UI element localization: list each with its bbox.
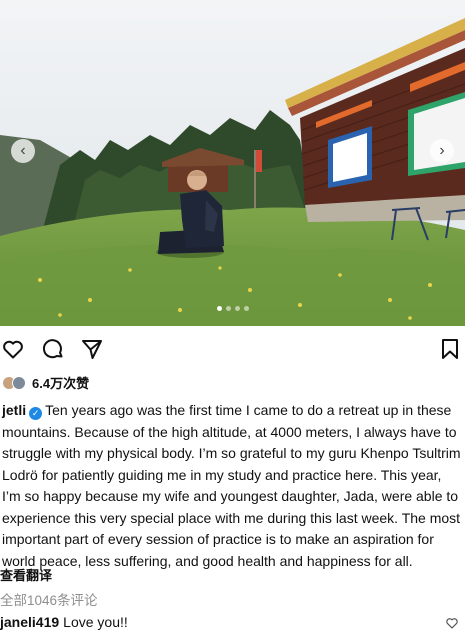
- comment-username[interactable]: janeli419: [0, 614, 59, 630]
- post-action-bar: [0, 336, 465, 364]
- see-translation-link[interactable]: 查看翻译: [0, 565, 52, 584]
- comment-row: janeli419 Love you!!: [0, 614, 128, 630]
- verified-badge-icon: ✓: [29, 407, 43, 420]
- carousel-next-button[interactable]: ›: [430, 139, 454, 163]
- comment-button[interactable]: [40, 336, 66, 362]
- carousel-dot[interactable]: [243, 306, 249, 311]
- chevron-left-icon: ‹: [20, 142, 26, 159]
- carousel-dots: [0, 306, 465, 311]
- carousel-prev-button[interactable]: ‹: [11, 139, 35, 163]
- likes-row[interactable]: 6.4万次赞: [2, 373, 89, 392]
- caption-text: Ten years ago was the first time I came …: [2, 402, 461, 569]
- bookmark-icon: [442, 339, 458, 359]
- caption-username[interactable]: jetli: [2, 402, 26, 418]
- post-caption: jetli ✓ Ten years ago was the first time I…: [2, 400, 462, 572]
- comment-like-icon[interactable]: [445, 616, 459, 630]
- carousel-dot[interactable]: [234, 306, 240, 311]
- chevron-right-icon: ›: [439, 142, 445, 159]
- carousel-dot[interactable]: [216, 306, 222, 311]
- liker-avatars: [2, 375, 26, 390]
- like-button[interactable]: [0, 336, 26, 362]
- share-button[interactable]: [79, 336, 105, 362]
- post-photo[interactable]: ‹ ›: [0, 0, 465, 326]
- carousel-dot[interactable]: [225, 306, 231, 311]
- save-button[interactable]: [437, 336, 463, 362]
- send-icon: [82, 340, 102, 359]
- comment-text: Love you!!: [63, 614, 128, 630]
- avatar: [12, 375, 26, 390]
- photo-scene: [0, 0, 465, 326]
- heart-icon: [3, 340, 23, 359]
- likes-count: 6.4万次赞: [32, 376, 90, 391]
- comment-icon: [42, 339, 63, 359]
- view-all-comments-link[interactable]: 全部1046条评论: [0, 589, 98, 609]
